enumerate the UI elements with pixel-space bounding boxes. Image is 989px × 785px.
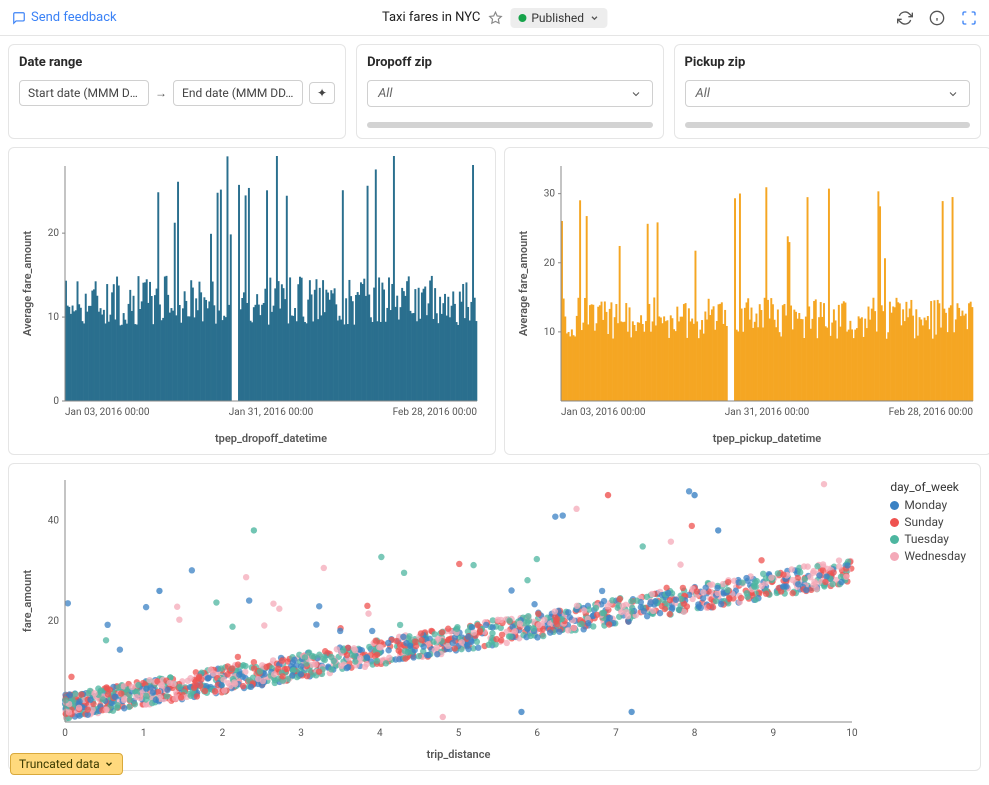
svg-text:30: 30: [544, 189, 556, 200]
filter-label-pickup: Pickup zip: [685, 55, 970, 70]
legend: day_of_week Monday Sunday Tuesday Wednes…: [890, 480, 966, 566]
svg-text:0: 0: [62, 728, 68, 739]
chart-scatter: 20 40 0 1 2 3 4 5 6 7 8 9 10 trip_distance fare_amount…: [8, 463, 981, 771]
arrow-right-icon: →: [155, 86, 167, 100]
svg-text:0: 0: [53, 396, 59, 407]
send-feedback-link[interactable]: Send feedback: [12, 10, 117, 25]
truncated-label: Truncated data: [19, 757, 100, 771]
svg-text:Average fare_amount: Average fare_amount: [517, 231, 530, 336]
end-date-input[interactable]: End date (MMM DD, …: [173, 80, 303, 106]
chart-pickup-svg: 10 20 30 Jan 03, 2016 00:00 Jan 31, 2016 00:…: [513, 156, 983, 446]
pickup-select[interactable]: All: [685, 80, 970, 107]
page-title: Taxi fares in NYC: [382, 10, 480, 25]
svg-text:fare_amount: fare_amount: [21, 570, 34, 632]
svg-text:40: 40: [48, 515, 60, 526]
feedback-label: Send feedback: [31, 10, 117, 25]
status-pill[interactable]: Published: [510, 8, 607, 28]
status-dot: [518, 14, 526, 22]
filter-label-dropoff: Dropoff zip: [367, 55, 652, 70]
legend-item: Monday: [890, 498, 966, 512]
svg-text:20: 20: [48, 616, 60, 627]
info-icon[interactable]: [929, 10, 945, 26]
svg-text:tpep_pickup_datetime: tpep_pickup_datetime: [713, 432, 822, 445]
filter-date-range: Date range Start date (MMM DD,… → End da…: [8, 44, 346, 139]
chart-pickup: 10 20 30 Jan 03, 2016 00:00 Jan 31, 2016 00:…: [504, 147, 989, 455]
refresh-icon[interactable]: [897, 10, 913, 26]
svg-text:tpep_dropoff_datetime: tpep_dropoff_datetime: [215, 432, 327, 445]
svg-text:10: 10: [846, 728, 858, 739]
svg-text:Average fare_amount: Average fare_amount: [21, 231, 34, 336]
svg-text:Feb 28, 2016 00:00: Feb 28, 2016 00:00: [889, 407, 974, 418]
svg-text:4: 4: [377, 728, 383, 739]
dropoff-select[interactable]: All: [367, 80, 652, 107]
svg-text:6: 6: [534, 728, 540, 739]
svg-text:3: 3: [298, 728, 304, 739]
filter-pickup-zip: Pickup zip All: [674, 44, 981, 139]
svg-text:7: 7: [613, 728, 619, 739]
svg-text:Jan 03, 2016 00:00: Jan 03, 2016 00:00: [65, 407, 150, 418]
chart-scatter-svg: 20 40 0 1 2 3 4 5 6 7 8 9 10 trip_distance fare_amount: [17, 472, 972, 762]
chart-dropoff-svg: 0 10 20 Jan 03, 2016 00:00 Jan 31, 2016 00:0…: [17, 156, 487, 446]
dropoff-value: All: [378, 86, 392, 101]
svg-text:1: 1: [141, 728, 147, 739]
sparkle-button[interactable]: ✦: [309, 82, 335, 104]
status-text: Published: [531, 11, 584, 25]
svg-text:20: 20: [544, 258, 556, 269]
svg-text:Jan 31, 2016 00:00: Jan 31, 2016 00:00: [229, 407, 314, 418]
legend-item: Wednesday: [890, 549, 966, 563]
legend-title: day_of_week: [890, 480, 966, 494]
fullscreen-icon[interactable]: [961, 10, 977, 26]
svg-text:Jan 31, 2016 00:00: Jan 31, 2016 00:00: [725, 407, 810, 418]
legend-item: Tuesday: [890, 532, 966, 546]
svg-text:9: 9: [770, 728, 776, 739]
chevron-down-icon: [630, 88, 642, 100]
dropoff-loading-bar: [367, 122, 652, 128]
svg-text:trip_distance: trip_distance: [427, 748, 491, 761]
svg-text:2: 2: [220, 728, 226, 739]
chevron-down-icon: [589, 13, 599, 23]
legend-item: Sunday: [890, 515, 966, 529]
truncated-data-badge[interactable]: Truncated data: [10, 753, 123, 775]
chart-dropoff: 0 10 20 Jan 03, 2016 00:00 Jan 31, 2016 00:0…: [8, 147, 496, 455]
svg-text:10: 10: [48, 312, 60, 323]
star-icon[interactable]: [488, 11, 502, 25]
svg-text:Jan 03, 2016 00:00: Jan 03, 2016 00:00: [561, 407, 646, 418]
chevron-down-icon: [104, 759, 114, 769]
svg-text:5: 5: [456, 728, 462, 739]
comment-icon: [12, 11, 26, 25]
filter-dropoff-zip: Dropoff zip All: [356, 44, 663, 139]
pickup-loading-bar: [685, 122, 970, 128]
svg-text:Feb 28, 2016 00:00: Feb 28, 2016 00:00: [393, 407, 478, 418]
filter-label-date: Date range: [19, 55, 335, 70]
svg-text:20: 20: [48, 228, 60, 239]
start-date-input[interactable]: Start date (MMM DD,…: [19, 80, 149, 106]
svg-text:8: 8: [692, 728, 698, 739]
pickup-value: All: [696, 86, 710, 101]
chevron-down-icon: [947, 88, 959, 100]
svg-text:10: 10: [544, 327, 556, 338]
